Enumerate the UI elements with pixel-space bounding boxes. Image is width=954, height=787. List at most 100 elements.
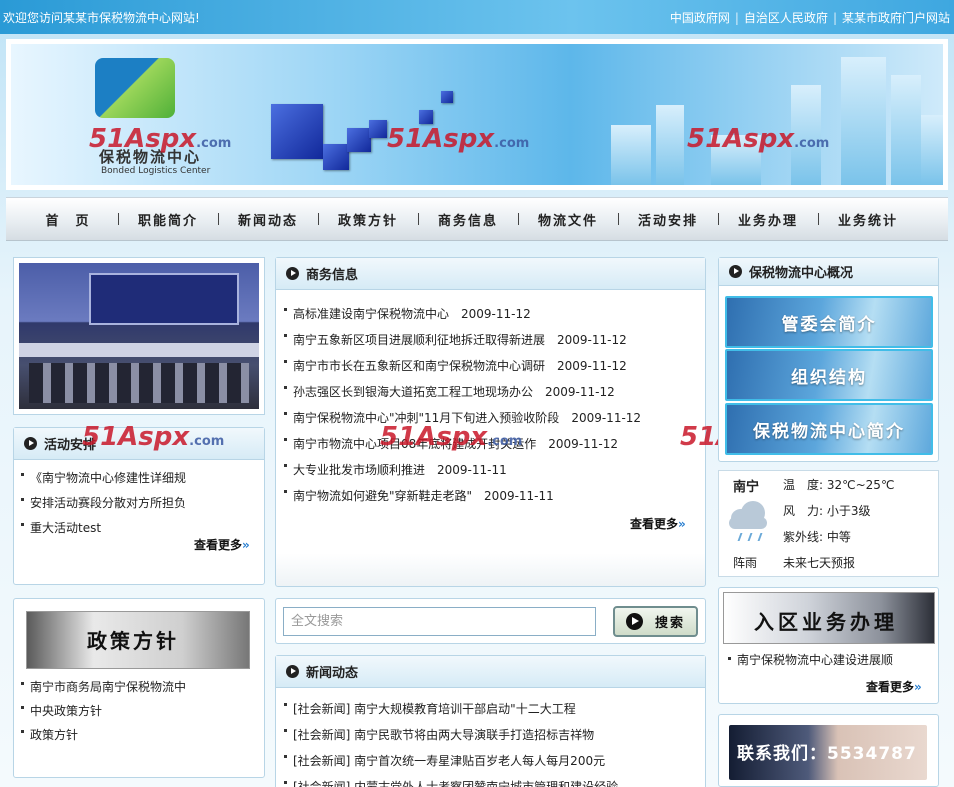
business-item-date: 2009-11-12 xyxy=(548,437,619,451)
uv-label: 紫外线: xyxy=(783,530,824,544)
search-input[interactable] xyxy=(283,607,596,636)
logo-icon xyxy=(95,58,175,118)
business-item[interactable]: 南宁市物流中心项目08年底将建成开封关运作 2009-11-12 xyxy=(283,431,641,457)
entry-services-banner[interactable]: 入区业务办理 xyxy=(723,592,935,644)
main-nav: 首 页 职能简介 新闻动态 政策方针 商务信息 物流文件 活动安排 业务办理 业… xyxy=(6,197,948,241)
play-icon xyxy=(625,613,643,630)
activity-title: 活动安排 xyxy=(44,438,97,453)
list-item[interactable]: 政策方针 xyxy=(20,723,186,747)
contact-text: 联系我们：5534787 xyxy=(737,744,917,764)
news-title: 新闻动态 xyxy=(306,666,359,681)
policy-banner-text: 政策方针 xyxy=(87,629,179,653)
temp-value: 32℃~25℃ xyxy=(826,478,895,492)
business-item[interactable]: 南宁五象新区项目进展顺利征地拆迁取得新进展 2009-11-12 xyxy=(283,327,641,353)
business-item-title: 南宁市物流中心项目08年底将建成开封关运作 xyxy=(293,437,537,451)
temp-label: 温 度: xyxy=(783,478,824,492)
business-item-title: 南宁物流如何避免"穿新鞋走老路" xyxy=(293,489,473,503)
business-item-title: 南宁市市长在五象新区和南宁保税物流中心调研 xyxy=(293,359,546,373)
nav-logistics-files[interactable]: 物流文件 xyxy=(518,210,618,229)
link-city-portal[interactable]: 某某市政府门户网站 xyxy=(842,11,950,25)
list-item[interactable]: 南宁保税物流中心建设进展顺 xyxy=(727,650,893,670)
business-item[interactable]: 大专业批发市场顺利推进 2009-11-11 xyxy=(283,457,641,483)
search-box: 搜索 xyxy=(275,598,706,644)
conference-photo xyxy=(13,257,265,415)
list-item[interactable]: 安排活动赛段分散对方所担负 xyxy=(20,491,186,516)
list-item[interactable]: 《南宁物流中心修建性详细规 xyxy=(20,466,186,491)
nav-statistics[interactable]: 业务统计 xyxy=(818,210,918,229)
business-header: 商务信息 xyxy=(276,258,705,290)
business-item[interactable]: 南宁市市长在五象新区和南宁保税物流中心调研 2009-11-12 xyxy=(283,353,641,379)
admin-committee-button[interactable]: 管委会简介 xyxy=(725,296,933,348)
overview-title: 保税物流中心概况 xyxy=(749,266,854,281)
business-item-title: 高标准建设南宁保税物流中心 xyxy=(293,307,450,321)
business-title: 商务信息 xyxy=(306,268,359,283)
nav-news[interactable]: 新闻动态 xyxy=(218,210,318,229)
list-item[interactable]: 南宁市商务局南宁保税物流中 xyxy=(20,675,186,699)
header-banner: 保税物流中心 Bonded Logistics Center 51Aspx.co… xyxy=(6,39,948,190)
nav-business[interactable]: 商务信息 xyxy=(418,210,518,229)
logo-chinese: 保税物流中心 xyxy=(99,148,202,166)
weather-widget: 南宁 阵雨 温 度: 32℃~25℃ 风 力: 小于3级 紫外线: 中等 未来七… xyxy=(718,470,939,577)
list-item[interactable]: 中央政策方针 xyxy=(20,699,186,723)
nav-policy[interactable]: 政策方针 xyxy=(318,210,418,229)
uv-value: 中等 xyxy=(826,530,851,544)
nav-activities[interactable]: 活动安排 xyxy=(618,210,718,229)
business-item-date: 2009-11-12 xyxy=(557,333,627,347)
rain-cloud-icon xyxy=(727,499,769,529)
top-links: 中国政府网 | 自治区人民政府 | 某某市政府门户网站 xyxy=(669,11,950,25)
news-header: 新闻动态 xyxy=(276,656,705,688)
business-item-title: 孙志强区长到银海大道拓宽工程工地现场办公 xyxy=(293,385,534,399)
wind-label: 风 力: xyxy=(783,504,824,518)
arrow-circle-icon xyxy=(286,665,299,678)
watermark: 51Aspx.com xyxy=(387,124,530,154)
news-box: 新闻动态 [社会新闻] 南宁大规模教育培训干部启动"十二大工程 [社会新闻] 南… xyxy=(275,655,706,787)
business-more-link[interactable]: 查看更多» xyxy=(630,515,686,532)
business-info-box: 商务信息 高标准建设南宁保税物流中心 2009-11-12 南宁五象新区项目进展顺利… xyxy=(275,257,706,587)
business-item-title: 大专业批发市场顺利推进 xyxy=(293,463,426,477)
news-item[interactable]: [社会新闻] 内蒙古党外人士考察团赞南宁城市管理和建设经验 xyxy=(283,774,618,787)
policy-box: 政策方针 南宁市商务局南宁保税物流中 中央政策方针 政策方针 xyxy=(13,598,265,778)
business-item[interactable]: 高标准建设南宁保税物流中心 2009-11-12 xyxy=(283,301,641,327)
weather-city: 南宁 xyxy=(733,480,760,495)
policy-banner-image[interactable]: 政策方针 xyxy=(26,611,250,669)
business-item[interactable]: 孙志强区长到银海大道拓宽工程工地现场办公 2009-11-12 xyxy=(283,379,641,405)
business-item-title: 南宁五象新区项目进展顺利征地拆迁取得新进展 xyxy=(293,333,546,347)
business-item-date: 2009-11-12 xyxy=(557,359,627,373)
entry-services-box: 入区业务办理 南宁保税物流中心建设进展顺 查看更多» xyxy=(718,587,939,704)
news-item[interactable]: [社会新闻] 南宁民歌节将由两大导演联手打造招标吉祥物 xyxy=(283,722,618,748)
nav-services[interactable]: 业务办理 xyxy=(718,210,818,229)
activity-box: 活动安排 《南宁物流中心修建性详细规 安排活动赛段分散对方所担负 重大活动tes… xyxy=(13,427,265,585)
arrow-circle-icon xyxy=(24,437,37,450)
contact-box: 联系我们：5534787 xyxy=(718,714,939,787)
link-gov-china[interactable]: 中国政府网 xyxy=(670,11,730,25)
news-item[interactable]: [社会新闻] 南宁大规模教育培训干部启动"十二大工程 xyxy=(283,696,618,722)
entry-more-link[interactable]: 查看更多» xyxy=(866,678,922,695)
link-region-gov[interactable]: 自治区人民政府 xyxy=(744,11,828,25)
center-intro-button[interactable]: 保税物流中心简介 xyxy=(725,403,933,455)
news-item[interactable]: [社会新闻] 南宁首次统一寿星津贴百岁老人每人每月200元 xyxy=(283,748,618,774)
organization-button[interactable]: 组织结构 xyxy=(725,349,933,401)
business-item-date: 2009-11-11 xyxy=(484,489,554,503)
wind-value: 小于3级 xyxy=(826,504,871,518)
overview-header: 保税物流中心概况 xyxy=(719,258,938,286)
business-item[interactable]: 南宁物流如何避免"穿新鞋走老路" 2009-11-11 xyxy=(283,483,641,509)
activity-more-link[interactable]: 查看更多» xyxy=(194,536,250,553)
nav-functions[interactable]: 职能简介 xyxy=(118,210,218,229)
activity-header: 活动安排 xyxy=(14,428,264,460)
business-item-date: 2009-11-11 xyxy=(437,463,507,477)
contact-banner[interactable]: 联系我们：5534787 xyxy=(729,725,927,780)
business-item-date: 2009-11-12 xyxy=(461,307,531,321)
top-bar: 欢迎您访问某某市保税物流中心网站! 中国政府网 | 自治区人民政府 | 某某市政府门户网… xyxy=(0,0,954,34)
business-item-date: 2009-11-12 xyxy=(571,411,642,425)
forecast-link[interactable]: 未来七天预报 xyxy=(783,554,855,571)
logo-english: Bonded Logistics Center xyxy=(101,166,211,176)
business-item[interactable]: 南宁保税物流中心"冲刺"11月下旬进入预验收阶段 2009-11-12 xyxy=(283,405,641,431)
nav-home[interactable]: 首 页 xyxy=(18,210,118,229)
entry-services-text: 入区业务办理 xyxy=(754,610,898,634)
business-item-title: 南宁保税物流中心"冲刺"11月下旬进入预验收阶段 xyxy=(293,411,560,425)
weather-condition: 阵雨 xyxy=(733,556,758,570)
arrow-circle-icon xyxy=(729,265,742,278)
business-item-date: 2009-11-12 xyxy=(545,385,615,399)
list-item[interactable]: 重大活动test xyxy=(20,516,186,541)
search-button[interactable]: 搜索 xyxy=(613,606,698,637)
